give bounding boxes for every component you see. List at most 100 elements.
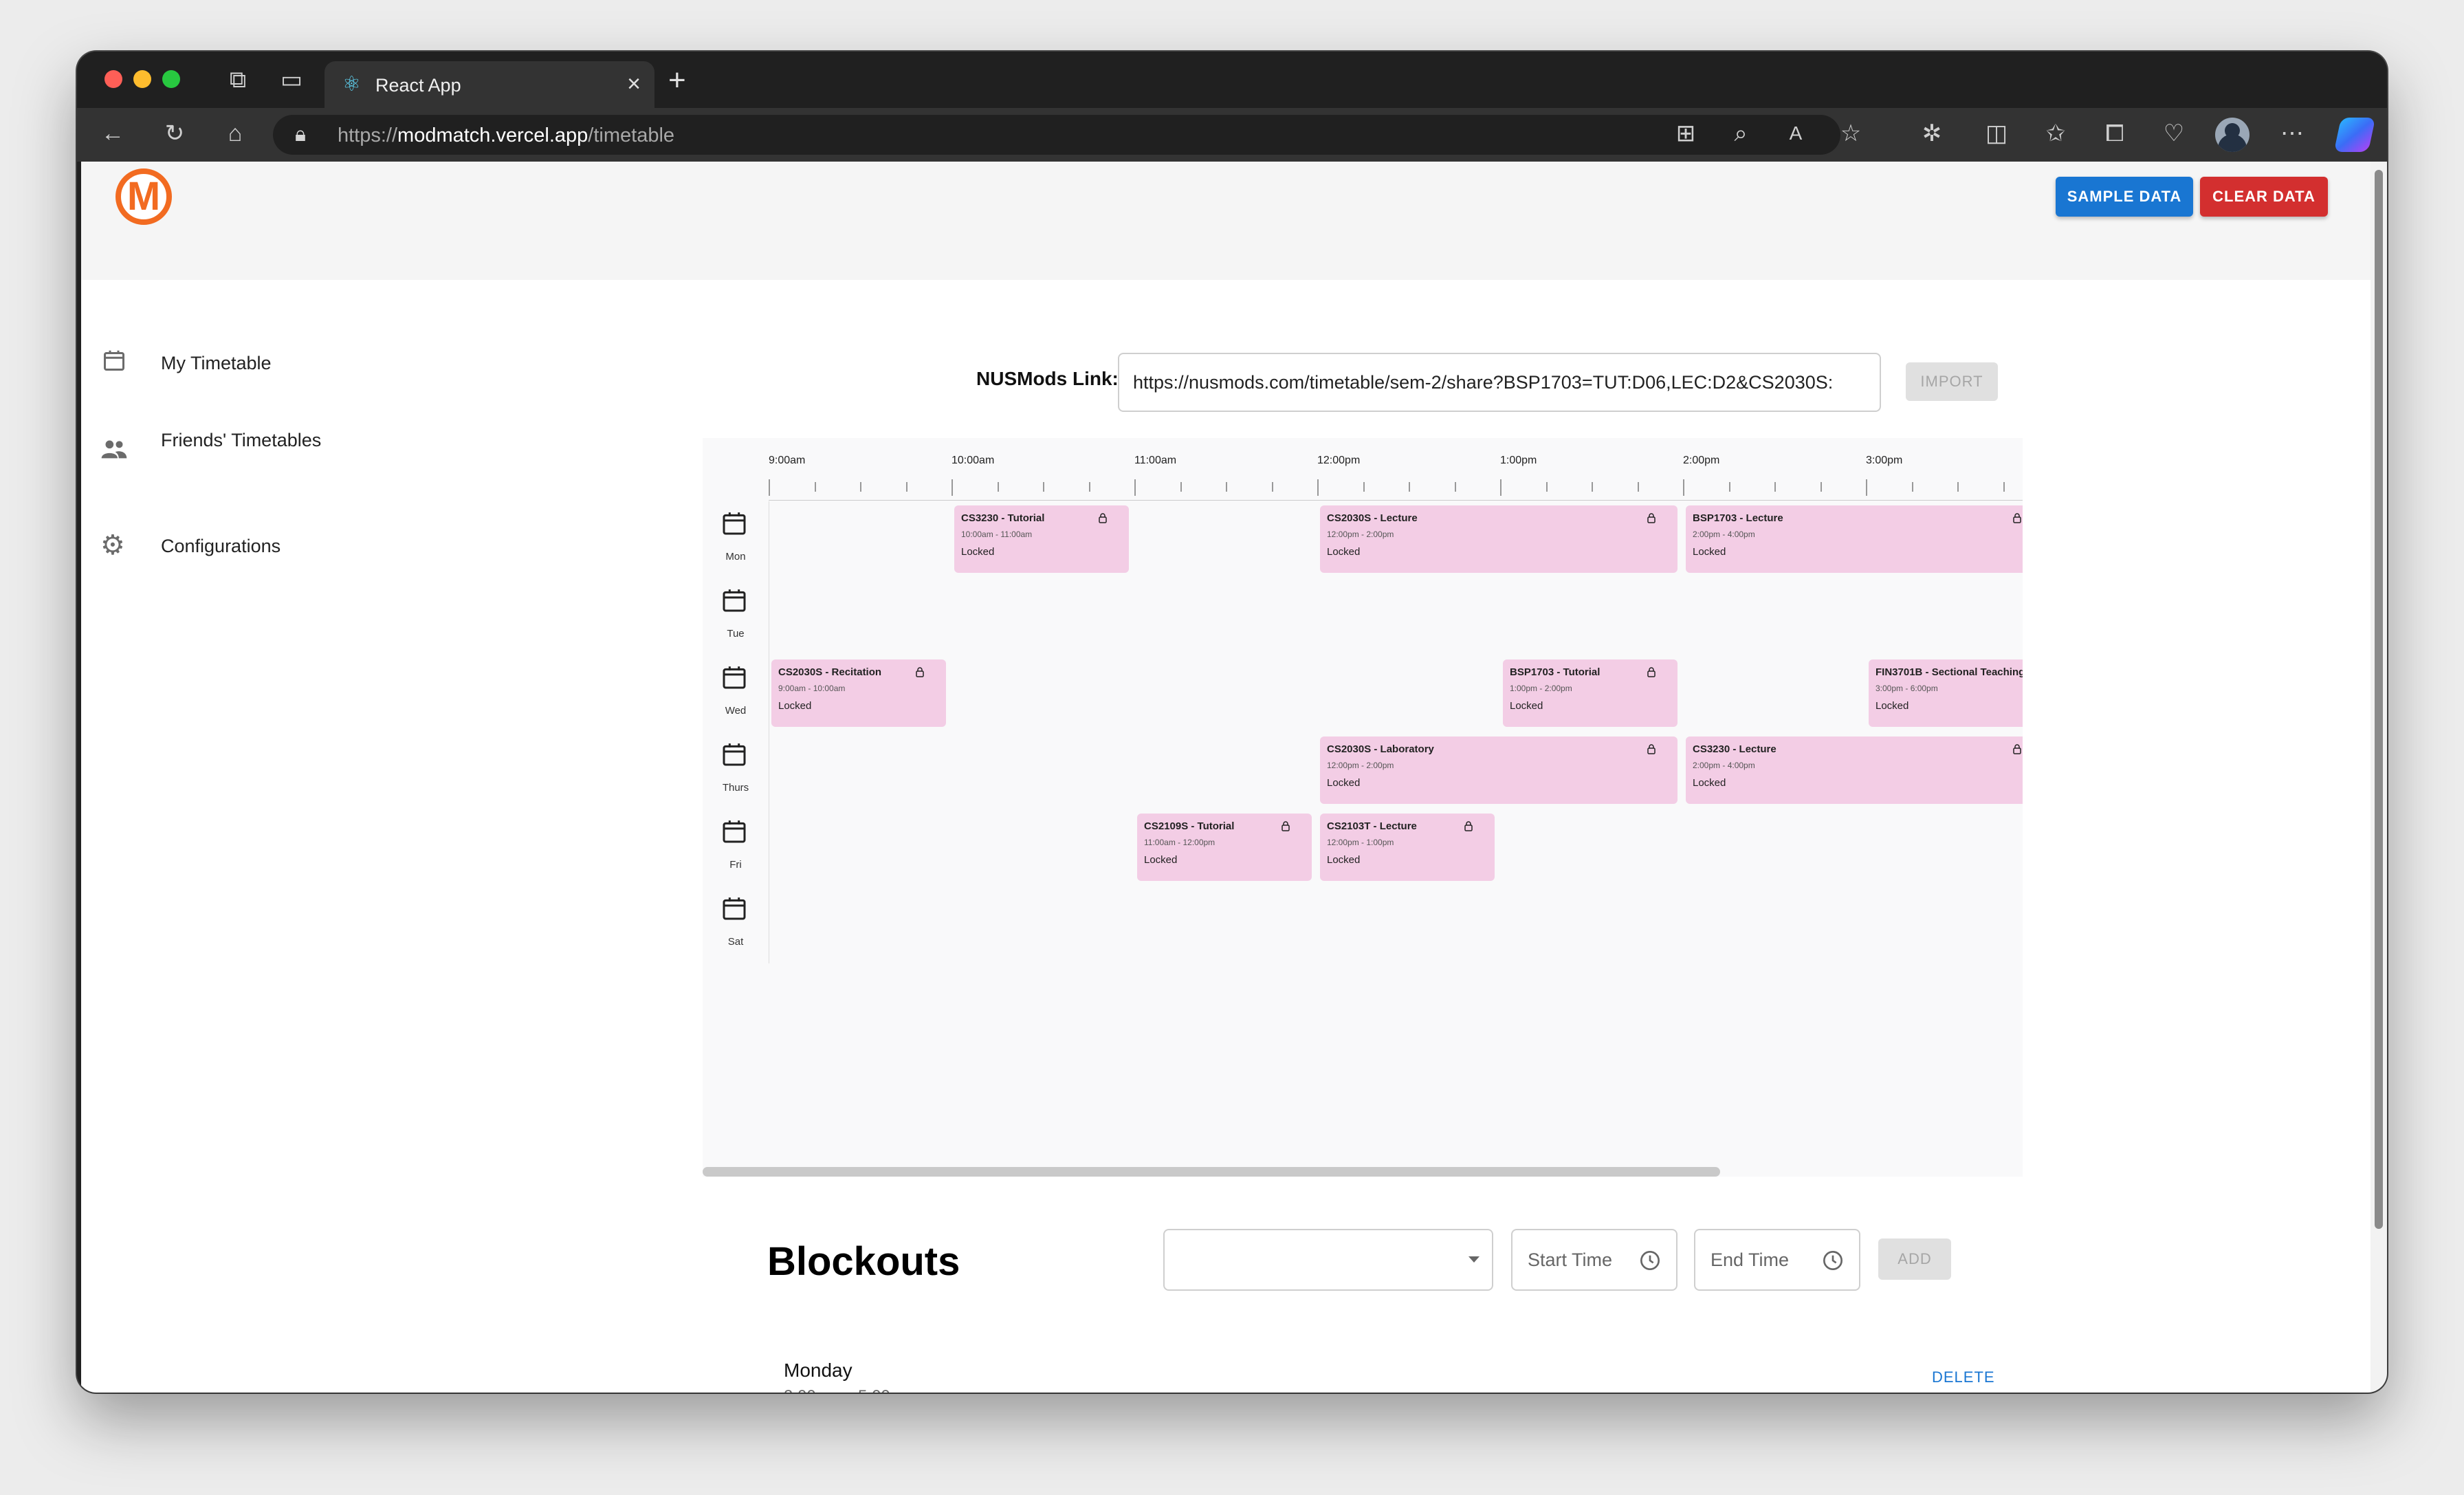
day-label: Tue	[727, 628, 745, 640]
read-aloud-icon[interactable]: A	[1781, 122, 1811, 145]
sidebar-item-label: Configurations	[161, 536, 281, 556]
lock-icon[interactable]	[1463, 820, 1474, 831]
tab-close-icon[interactable]: ×	[627, 71, 641, 98]
workspaces-icon[interactable]: ⧉	[223, 68, 253, 91]
timetable-event[interactable]: CS3230 - Lecture 2:00pm - 4:00pm Locked	[1686, 736, 2023, 804]
event-time: 12:00pm - 2:00pm	[1327, 530, 1394, 539]
day-label: Fri	[729, 859, 742, 871]
lock-icon: 🔒︎	[295, 123, 306, 146]
zoom-icon[interactable]: ⌕	[1726, 122, 1756, 145]
start-time-field[interactable]: Start Time	[1511, 1229, 1678, 1291]
time-axis-tick	[1454, 482, 1456, 492]
nusmods-link-input[interactable]	[1118, 353, 1881, 412]
minimize-window-button[interactable]	[133, 70, 151, 88]
blockouts-title: Blockouts	[767, 1239, 960, 1284]
new-tab-icon[interactable]: +	[668, 65, 686, 96]
tab-bar: ⧉ ▭ ⚛ React App × +	[77, 52, 2387, 108]
time-axis-tick	[1637, 482, 1639, 492]
sidebar-item-configurations[interactable]: ⚙ Configurations	[81, 526, 384, 567]
blockout-time-range: 3:00 am - 5:00 am	[784, 1387, 918, 1393]
day-row-header: Tue	[703, 578, 769, 655]
more-menu-icon[interactable]: ⋯	[2277, 122, 2307, 145]
clear-data-button[interactable]: CLEAR DATA	[2200, 177, 2328, 217]
event-status: Locked	[1144, 854, 1178, 866]
timetable-event[interactable]: CS2103T - Lecture 12:00pm - 1:00pm Locked	[1320, 814, 1495, 881]
dropdown-caret-icon	[1468, 1256, 1480, 1263]
time-axis-tick	[1500, 479, 1502, 496]
sidebar-item-label: My Timetable	[161, 353, 272, 373]
timetable-horizontal-scrollbar[interactable]	[703, 1167, 1720, 1177]
timetable-event[interactable]: CS2030S - Laboratory 12:00pm - 2:00pm Lock…	[1320, 736, 1678, 804]
maximize-window-button[interactable]	[162, 70, 180, 88]
browser-essentials-icon[interactable]: ♡	[2159, 122, 2189, 145]
sample-data-button[interactable]: SAMPLE DATA	[2056, 177, 2193, 217]
import-button[interactable]: IMPORT	[1906, 362, 1998, 401]
day-label: Wed	[725, 705, 747, 717]
tab-actions-icon[interactable]: ▭	[276, 68, 307, 91]
clock-icon[interactable]	[1639, 1250, 1661, 1272]
lock-icon[interactable]	[1646, 743, 1657, 754]
copilot-icon[interactable]	[2333, 118, 2376, 152]
calendar-icon	[723, 512, 746, 535]
close-window-button[interactable]	[104, 70, 122, 88]
refresh-icon[interactable]: ↻	[160, 122, 190, 145]
day-label: Sat	[727, 936, 744, 948]
people-icon	[101, 440, 127, 459]
timetable-event[interactable]: BSP1703 - Lecture 2:00pm - 4:00pm Locked	[1686, 505, 2023, 573]
split-screen-icon[interactable]: ◫	[1981, 122, 2012, 145]
time-axis-label: 11:00am	[1134, 455, 1177, 466]
lock-icon[interactable]	[2012, 743, 2023, 754]
favorite-star-icon[interactable]: ☆	[1836, 122, 1866, 145]
timetable-event[interactable]: CS3230 - Tutorial 10:00am - 11:00am Locked	[954, 505, 1129, 573]
time-axis-tick	[860, 482, 861, 492]
event-title: BSP1703 - Lecture	[1693, 512, 1783, 524]
event-title: CS2030S - Laboratory	[1327, 743, 1434, 755]
time-axis-tick	[997, 482, 999, 492]
event-status: Locked	[1327, 546, 1361, 558]
timetable-event[interactable]: CS2109S - Tutorial 11:00am - 12:00pm Locke…	[1137, 814, 1312, 881]
time-axis-label: 3:00pm	[1866, 455, 1903, 466]
end-time-field[interactable]: End Time	[1694, 1229, 1860, 1291]
favorites-icon[interactable]: ✩	[2040, 122, 2071, 145]
sidebar-item-friends-timetables[interactable]: Friends' Timetables	[81, 423, 384, 481]
lock-icon[interactable]	[914, 666, 925, 677]
event-time: 1:00pm - 2:00pm	[1510, 684, 1572, 693]
lock-icon[interactable]	[1646, 666, 1657, 677]
page-scrollbar-thumb[interactable]	[2375, 170, 2383, 1229]
time-axis-tick	[1866, 479, 1867, 496]
lock-icon[interactable]	[1646, 512, 1657, 523]
app-available-icon[interactable]: ⊞	[1671, 122, 1701, 145]
lock-icon[interactable]	[1097, 512, 1108, 523]
lock-icon[interactable]	[1280, 820, 1291, 831]
time-axis-tick	[1592, 482, 1593, 492]
lock-icon[interactable]	[2012, 512, 2023, 523]
modmatch-logo[interactable]: M	[116, 168, 172, 225]
back-icon[interactable]: ←	[98, 122, 128, 145]
address-bar[interactable]: 🔒︎ https://modmatch.vercel.app/timetable	[273, 115, 1840, 155]
event-title: CS3230 - Lecture	[1693, 743, 1776, 755]
time-axis-tick	[1728, 482, 1730, 492]
calendar-icon	[723, 897, 746, 920]
sidebar-item-my-timetable[interactable]: My Timetable	[81, 343, 384, 384]
profile-avatar-icon[interactable]	[2215, 118, 2250, 152]
timetable-event[interactable]: CS2030S - Lecture 12:00pm - 2:00pm Locked	[1320, 505, 1678, 573]
page-scrollbar[interactable]	[2370, 162, 2387, 1393]
home-icon[interactable]: ⌂	[220, 122, 250, 145]
day-label: Thurs	[722, 782, 749, 794]
browser-tab[interactable]: ⚛ React App ×	[324, 61, 654, 108]
extensions-icon[interactable]: ✲	[1917, 122, 1947, 145]
add-blockout-button[interactable]: ADD	[1878, 1238, 1951, 1280]
clock-icon[interactable]	[1822, 1250, 1844, 1272]
timetable-time-axis: 9:00am 10:00am 11:00am 12:00pm 1:00pm 2:00pm 3…	[769, 438, 2023, 501]
timetable-event[interactable]: CS2030S - Recitation 9:00am - 10:00am Lock…	[771, 659, 946, 727]
time-axis-tick	[814, 482, 816, 492]
event-time: 2:00pm - 4:00pm	[1693, 761, 1755, 770]
blockout-day-select[interactable]	[1163, 1229, 1493, 1291]
day-row-header: Thurs	[703, 732, 769, 809]
time-axis-label: 9:00am	[769, 455, 806, 466]
delete-blockout-button[interactable]: DELETE	[1928, 1368, 1999, 1387]
timetable-event[interactable]: FIN3701B - Sectional Teaching 3:00pm - 6:…	[1869, 659, 2023, 727]
collections-icon[interactable]: ⧠	[2100, 122, 2130, 145]
timetable-event[interactable]: BSP1703 - Tutorial 1:00pm - 2:00pm Locked	[1503, 659, 1678, 727]
nusmods-link-label: NUSMods Link:	[976, 368, 1119, 389]
